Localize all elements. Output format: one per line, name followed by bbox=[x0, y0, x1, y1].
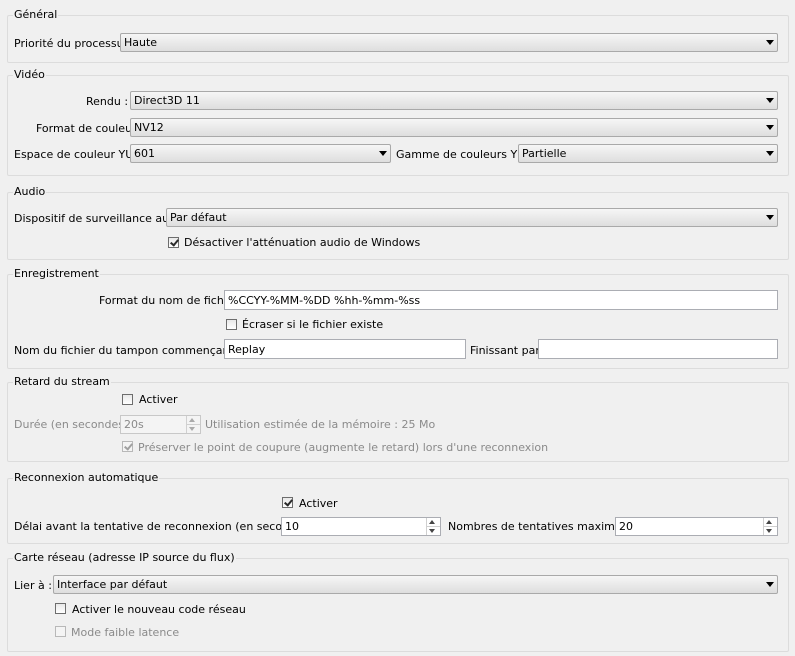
duration-value: 20s bbox=[124, 418, 144, 431]
priority-label: Priorité du processus bbox=[14, 37, 130, 50]
replay-suffix-label: Finissant par bbox=[470, 344, 540, 357]
chevron-down-icon bbox=[766, 582, 774, 587]
color-space-value: 601 bbox=[134, 147, 155, 160]
spin-divider bbox=[764, 526, 777, 527]
monitoring-select[interactable]: Par défaut bbox=[166, 208, 778, 227]
max-retries-spin-buttons bbox=[763, 518, 777, 535]
retry-delay-value: 10 bbox=[285, 520, 299, 533]
auto-reconnect-enable-label[interactable]: Activer bbox=[299, 497, 338, 510]
retry-delay-spin-buttons bbox=[426, 518, 440, 535]
overwrite-checkbox[interactable] bbox=[226, 319, 237, 330]
color-space-label: Espace de couleur YUV bbox=[14, 148, 141, 161]
color-format-value: NV12 bbox=[134, 121, 164, 134]
color-range-value: Partielle bbox=[522, 147, 567, 160]
priority-value: Haute bbox=[124, 36, 158, 49]
video-title: Vidéo bbox=[13, 68, 46, 81]
color-space-select[interactable]: 601 bbox=[130, 144, 391, 163]
low-latency-label[interactable]: Mode faible latence bbox=[71, 626, 179, 639]
arrow-down-icon[interactable] bbox=[189, 427, 195, 431]
chevron-down-icon bbox=[766, 40, 774, 45]
low-latency-checkbox[interactable] bbox=[55, 626, 66, 637]
spin-divider bbox=[187, 424, 200, 425]
preserve-cutoff-label[interactable]: Préserver le point de coupure (augmente … bbox=[138, 441, 548, 454]
chevron-down-icon bbox=[766, 151, 774, 156]
retry-delay-label: Délai avant la tentative de reconnexion … bbox=[14, 520, 313, 533]
auto-reconnect-enable-checkbox[interactable] bbox=[282, 497, 293, 508]
duration-label: Durée (en secondes) bbox=[14, 418, 129, 431]
bind-select[interactable]: Interface par défaut bbox=[53, 575, 778, 594]
monitoring-label: Dispositif de surveillance audio bbox=[14, 212, 186, 225]
stream-delay-title: Retard du stream bbox=[13, 375, 111, 388]
chevron-down-icon bbox=[766, 215, 774, 220]
arrow-up-icon[interactable] bbox=[766, 520, 772, 524]
color-range-select[interactable]: Partielle bbox=[518, 144, 778, 163]
retry-delay-spinbox[interactable]: 10 bbox=[281, 517, 441, 536]
monitoring-value: Par défaut bbox=[170, 211, 227, 224]
stream-delay-enable-label[interactable]: Activer bbox=[139, 393, 178, 406]
overwrite-label[interactable]: Écraser si le fichier existe bbox=[242, 318, 383, 331]
bind-value: Interface par défaut bbox=[57, 578, 168, 591]
renderer-select[interactable]: Direct3D 11 bbox=[130, 91, 778, 110]
disable-ducking-checkbox[interactable] bbox=[168, 237, 179, 248]
new-network-code-checkbox[interactable] bbox=[55, 603, 66, 614]
max-retries-value: 20 bbox=[619, 520, 633, 533]
duration-spinbox[interactable]: 20s bbox=[120, 415, 201, 434]
general-title: Général bbox=[13, 8, 59, 21]
color-format-select[interactable]: NV12 bbox=[130, 118, 778, 137]
chevron-down-icon bbox=[766, 98, 774, 103]
replay-prefix-label: Nom du fichier du tampon commençant par bbox=[14, 344, 256, 357]
chevron-down-icon bbox=[766, 125, 774, 130]
arrow-up-icon[interactable] bbox=[189, 418, 195, 422]
replay-suffix-input[interactable] bbox=[538, 339, 778, 359]
color-range-label: Gamme de couleurs YUV bbox=[396, 148, 533, 161]
stream-delay-enable-checkbox[interactable] bbox=[122, 394, 133, 405]
color-format-label: Format de couleur bbox=[36, 122, 137, 135]
arrow-up-icon[interactable] bbox=[429, 520, 435, 524]
max-retries-label: Nombres de tentatives maximales bbox=[448, 520, 638, 533]
audio-title: Audio bbox=[13, 185, 47, 198]
network-title: Carte réseau (adresse IP source du flux) bbox=[13, 551, 236, 564]
duration-spin-buttons bbox=[186, 416, 200, 433]
chevron-down-icon bbox=[379, 151, 387, 156]
arrow-down-icon[interactable] bbox=[766, 529, 772, 533]
filename-format-value: %CCYY-%MM-%DD %hh-%mm-%ss bbox=[228, 294, 421, 307]
new-network-code-label[interactable]: Activer le nouveau code réseau bbox=[72, 603, 246, 616]
spin-divider bbox=[427, 526, 440, 527]
renderer-label: Rendu : bbox=[86, 95, 129, 108]
recording-title: Enregistrement bbox=[13, 267, 100, 280]
max-retries-spinbox[interactable]: 20 bbox=[615, 517, 778, 536]
replay-prefix-value: Replay bbox=[228, 343, 266, 356]
replay-prefix-input[interactable]: Replay bbox=[224, 339, 466, 359]
arrow-down-icon[interactable] bbox=[429, 529, 435, 533]
renderer-value: Direct3D 11 bbox=[134, 94, 200, 107]
priority-select[interactable]: Haute bbox=[120, 33, 778, 52]
disable-ducking-label[interactable]: Désactiver l'atténuation audio de Window… bbox=[184, 236, 420, 249]
memory-estimate-text: Utilisation estimée de la mémoire : 25 M… bbox=[205, 418, 436, 431]
filename-format-label: Format du nom de fichier bbox=[99, 294, 239, 307]
filename-format-input[interactable]: %CCYY-%MM-%DD %hh-%mm-%ss bbox=[224, 290, 778, 310]
auto-reconnect-title: Reconnexion automatique bbox=[13, 471, 160, 484]
bind-label: Lier à : bbox=[14, 579, 52, 592]
preserve-cutoff-checkbox[interactable] bbox=[122, 441, 133, 452]
